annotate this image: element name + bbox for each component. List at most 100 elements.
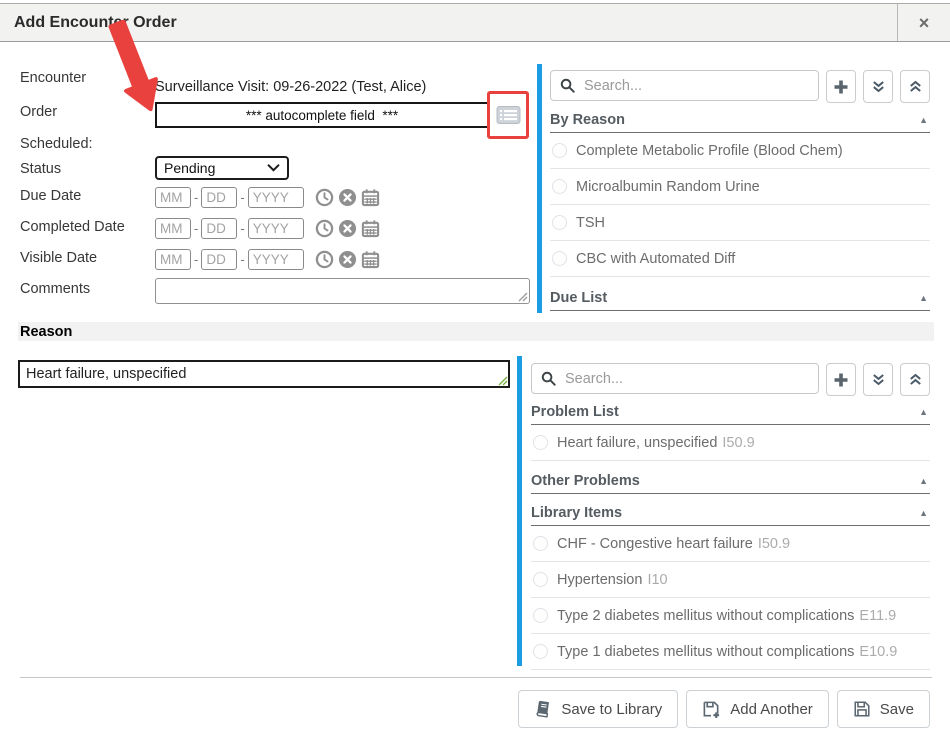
library-item-option[interactable]: Hypertension I10	[531, 562, 930, 598]
double-chevron-up-icon	[908, 372, 923, 387]
encounter-label: Encounter	[20, 70, 86, 86]
scheduled-label: Scheduled:	[20, 136, 93, 152]
double-chevron-up-icon	[908, 79, 923, 94]
problems-panel: Problem List ▲ Heart failure, unspecifie…	[531, 363, 930, 670]
library-item-option[interactable]: Type 2 diabetes mellitus without complic…	[531, 598, 930, 634]
visible-date-label: Visible Date	[20, 250, 97, 266]
completed-date-day-input[interactable]	[201, 218, 237, 239]
visible-date-day-input[interactable]	[201, 249, 237, 270]
radio-icon[interactable]	[552, 179, 567, 194]
order-option[interactable]: Complete Metabolic Profile (Blood Chem)	[550, 133, 930, 169]
double-chevron-down-icon	[871, 79, 886, 94]
due-date-month-input[interactable]	[155, 187, 191, 208]
reason-input[interactable]	[18, 360, 510, 388]
visible-date-year-input[interactable]	[248, 249, 304, 270]
order-autocomplete-input[interactable]	[155, 102, 489, 128]
comments-input[interactable]	[155, 278, 530, 304]
encounter-value: Surveillance Visit: 09-26-2022 (Test, Al…	[155, 79, 426, 95]
comments-field-wrap	[155, 278, 530, 304]
orders-collapse-all-button[interactable]	[900, 70, 930, 103]
date-separator: -	[240, 252, 244, 267]
icd-code: E10.9	[859, 644, 897, 660]
status-label: Status	[20, 161, 61, 177]
problems-search-input[interactable]	[563, 370, 809, 388]
problems-panel-accent-bar	[517, 356, 522, 666]
page-title: Add Encounter Order	[14, 14, 177, 32]
orders-search-input[interactable]	[582, 77, 809, 95]
visible-date-row: - -	[155, 249, 380, 270]
calendar-icon[interactable]	[361, 250, 380, 269]
save-button[interactable]: Save	[837, 690, 930, 728]
section-title: Other Problems	[531, 473, 640, 489]
calendar-icon[interactable]	[361, 188, 380, 207]
radio-icon[interactable]	[533, 435, 548, 450]
add-another-button[interactable]: Add Another	[686, 690, 829, 728]
reason-section-header: Reason	[18, 322, 934, 341]
date-separator: -	[194, 252, 198, 267]
icd-code: I50.9	[722, 435, 754, 451]
radio-icon[interactable]	[552, 143, 567, 158]
library-item-option[interactable]: Type 1 diabetes mellitus without complic…	[531, 634, 930, 670]
section-header-library-items[interactable]: Library Items ▲	[531, 505, 930, 526]
due-date-day-input[interactable]	[201, 187, 237, 208]
radio-icon[interactable]	[552, 215, 567, 230]
completed-date-row: - -	[155, 218, 380, 239]
problem-option-label: Heart failure, unspecified	[557, 435, 717, 451]
clock-icon[interactable]	[315, 250, 334, 269]
radio-icon[interactable]	[552, 251, 567, 266]
library-item-option[interactable]: CHF - Congestive heart failure I50.9	[531, 526, 930, 562]
icd-code: I50.9	[758, 536, 790, 552]
save-icon	[853, 700, 871, 718]
collapse-caret-icon: ▲	[919, 407, 928, 417]
clock-icon[interactable]	[315, 219, 334, 238]
radio-icon[interactable]	[533, 608, 548, 623]
order-label: Order	[20, 104, 57, 120]
order-option[interactable]: CBC with Automated Diff	[550, 241, 930, 277]
problems-collapse-all-button[interactable]	[900, 363, 930, 396]
close-button[interactable]: ×	[897, 4, 950, 41]
clear-date-icon[interactable]	[338, 219, 357, 238]
visible-date-month-input[interactable]	[155, 249, 191, 270]
clock-icon[interactable]	[315, 188, 334, 207]
orders-panel: By Reason ▲ Complete Metabolic Profile (…	[550, 70, 930, 311]
save-to-library-button[interactable]: Save to Library	[518, 690, 678, 728]
date-separator: -	[240, 190, 244, 205]
order-option[interactable]: Microalbumin Random Urine	[550, 169, 930, 205]
due-date-row: - -	[155, 187, 380, 208]
radio-icon[interactable]	[533, 644, 548, 659]
problems-expand-all-button[interactable]	[863, 363, 893, 396]
library-item-label: Type 1 diabetes mellitus without complic…	[557, 644, 854, 660]
save-to-library-label: Save to Library	[561, 701, 662, 718]
add-encounter-order-dialog: Add Encounter Order × Encounter Order Sc…	[0, 0, 950, 735]
radio-icon[interactable]	[533, 536, 548, 551]
due-date-year-input[interactable]	[248, 187, 304, 208]
problems-add-button[interactable]	[826, 363, 856, 396]
problem-option[interactable]: Heart failure, unspecified I50.9	[531, 425, 930, 461]
collapse-caret-icon: ▲	[919, 293, 928, 303]
clear-date-icon[interactable]	[338, 188, 357, 207]
orders-search-box	[550, 70, 819, 101]
completed-date-year-input[interactable]	[248, 218, 304, 239]
order-picker-button[interactable]	[487, 91, 529, 139]
section-header-by-reason[interactable]: By Reason ▲	[550, 112, 930, 133]
due-date-label: Due Date	[20, 188, 81, 204]
clear-date-icon[interactable]	[338, 250, 357, 269]
calendar-icon[interactable]	[361, 219, 380, 238]
status-select[interactable]: Pending	[155, 156, 289, 180]
reason-field-wrap	[18, 360, 510, 388]
collapse-caret-icon: ▲	[919, 115, 928, 125]
completed-date-month-input[interactable]	[155, 218, 191, 239]
section-header-problem-list[interactable]: Problem List ▲	[531, 404, 930, 425]
add-another-label: Add Another	[730, 701, 813, 718]
section-header-due-list[interactable]: Due List ▲	[550, 290, 930, 311]
orders-expand-all-button[interactable]	[863, 70, 893, 103]
book-icon	[533, 699, 553, 719]
order-option[interactable]: TSH	[550, 205, 930, 241]
radio-icon[interactable]	[533, 572, 548, 587]
section-header-other-problems[interactable]: Other Problems ▲	[531, 473, 930, 494]
orders-add-button[interactable]	[826, 70, 856, 103]
search-icon	[560, 78, 575, 93]
collapse-caret-icon: ▲	[919, 508, 928, 518]
date-separator: -	[194, 190, 198, 205]
footer-divider	[20, 677, 932, 678]
